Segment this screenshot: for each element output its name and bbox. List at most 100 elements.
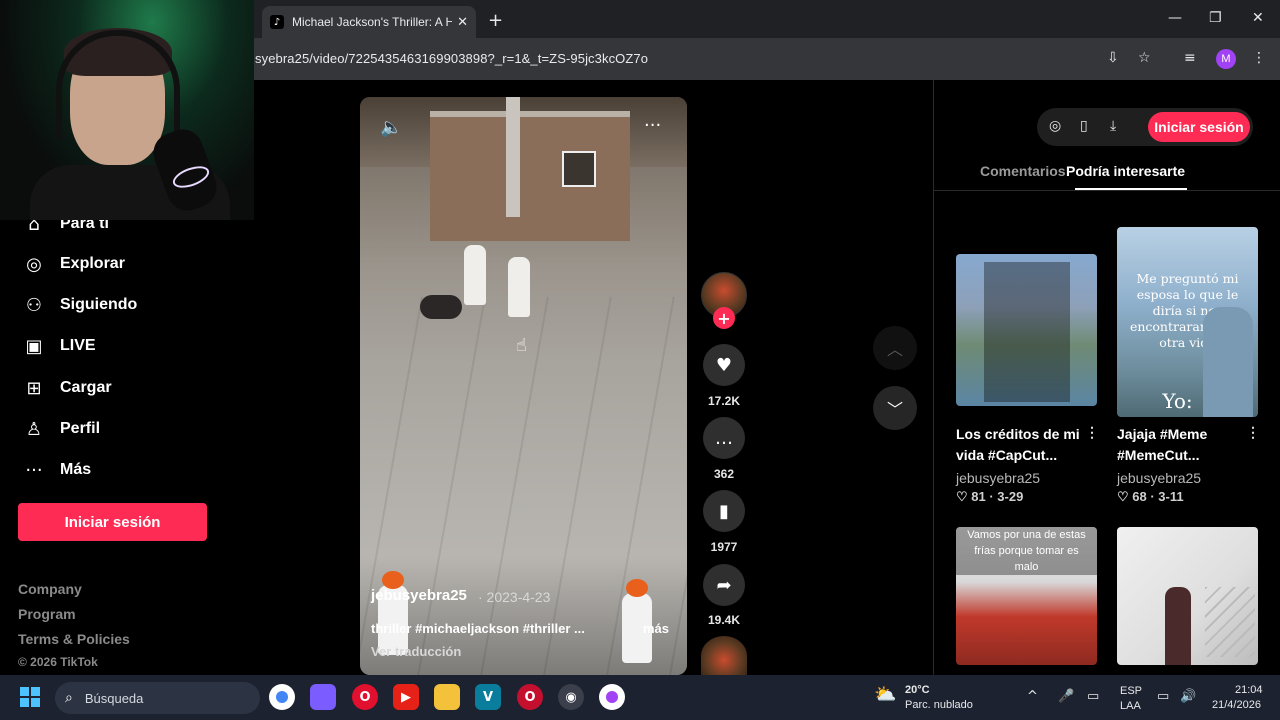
footer-link-terms[interactable]: Terms & Policies <box>18 631 130 647</box>
clock-date[interactable]: 21/4/2026 <box>1212 699 1261 711</box>
previous-video-button[interactable]: ︿ <box>873 326 917 370</box>
card-title[interactable]: Los créditos de mi vida #CapCut... <box>956 424 1086 466</box>
language-layout[interactable]: LAA <box>1120 700 1141 712</box>
footer-link-company[interactable]: Company <box>18 581 82 597</box>
comment-button[interactable]: … <box>703 417 745 459</box>
volume-icon[interactable]: 🔈 <box>380 117 402 138</box>
youtube-icon[interactable]: ▶ <box>393 684 419 710</box>
video-author[interactable]: jebusyebra25 <box>371 587 467 604</box>
weather-temp[interactable]: 20°C <box>905 684 930 696</box>
like-button[interactable]: ♥ <box>703 344 745 386</box>
tab-comentarios[interactable]: Comentarios <box>980 163 1066 179</box>
thumbnail-text: Vamos por una de estas frías porque toma… <box>956 527 1097 575</box>
new-tab-icon[interactable]: + <box>488 10 503 31</box>
minimize-icon[interactable]: — <box>1168 10 1182 26</box>
card-title[interactable]: Jajaja #Meme #MemeCut... <box>1117 424 1247 466</box>
video-person <box>508 257 530 317</box>
weather-desc[interactable]: Parc. nublado <box>905 699 973 711</box>
sidebar-item-siguiendo[interactable]: ⚇ Siguiendo <box>22 293 137 317</box>
tiktok-icon: ♪ <box>270 15 284 29</box>
taskbar-search[interactable]: ⌕ Búsqueda <box>55 682 260 714</box>
video-thumbnail[interactable]: Vamos por una de estas frías porque toma… <box>956 527 1097 665</box>
windows-start-icon[interactable] <box>20 687 40 707</box>
headset-icon <box>56 30 180 140</box>
media-queue-icon[interactable]: ≡ <box>1184 50 1196 66</box>
card-stats: ♡ 68 · 3-11 <box>1117 489 1184 504</box>
file-explorer-icon[interactable] <box>434 684 460 710</box>
chrome-profile-icon[interactable] <box>599 684 625 710</box>
login-button-top[interactable]: Iniciar sesión <box>1148 112 1250 142</box>
footer-link-program[interactable]: Program <box>18 606 76 622</box>
close-tab-icon[interactable]: ✕ <box>457 15 468 30</box>
video-editor-icon[interactable]: V <box>475 684 501 710</box>
sidebar-item-label: Más <box>60 461 92 478</box>
card-more-icon[interactable]: ⋮ <box>1085 424 1099 441</box>
music-disc-avatar[interactable] <box>701 636 747 676</box>
profile-avatar[interactable]: M <box>1216 49 1236 69</box>
sidebar-item-cargar[interactable]: ⊞ Cargar <box>22 376 111 400</box>
share-button[interactable]: ➦ <box>703 564 745 606</box>
video-player[interactable]: 🔈 ··· ☝ jebusyebra25 · 2023-4-23 thrille… <box>360 97 687 675</box>
next-video-button[interactable]: ﹀ <box>873 386 917 430</box>
explore-icon[interactable]: ◎ <box>1049 118 1061 134</box>
sidebar-item-perfil[interactable]: ♙ Perfil <box>22 417 100 441</box>
bookmark-star-icon[interactable]: ☆ <box>1138 50 1151 66</box>
network-icon[interactable]: ▭ <box>1157 689 1169 704</box>
video-thumbnail[interactable] <box>956 254 1097 406</box>
thumbnail-credits-overlay <box>984 262 1070 402</box>
language-code[interactable]: ESP <box>1120 685 1142 697</box>
screen: ♪ Michael Jackson's Thriller: A Hu ✕ + —… <box>0 0 1280 720</box>
caption-more-link[interactable]: más <box>643 621 669 636</box>
card-stats: ♡ 81 · 3-29 <box>956 489 1024 504</box>
follow-plus-icon[interactable]: + <box>713 307 735 329</box>
chrome-icon[interactable] <box>269 684 295 710</box>
upload-icon: ⊞ <box>26 377 42 399</box>
profile-icon: ♙ <box>25 418 43 440</box>
following-icon: ⚇ <box>25 294 43 316</box>
card-more-icon[interactable]: ⋮ <box>1246 424 1260 441</box>
cursor-icon: ☝ <box>516 335 527 356</box>
obs-icon[interactable]: ◉ <box>558 684 584 710</box>
video-date: · 2023-4-23 <box>478 589 551 605</box>
sidebar-item-mas[interactable]: ··· Más <box>22 458 91 482</box>
more-options-icon[interactable]: ··· <box>644 115 661 136</box>
opera-gx-icon[interactable]: O <box>517 684 543 710</box>
save-button[interactable]: ▮ <box>703 490 745 532</box>
webcam-overlay <box>0 0 254 220</box>
card-author[interactable]: jebusyebra25 <box>1117 470 1201 486</box>
device-icon[interactable]: ▯ <box>1080 118 1088 134</box>
browser-tab[interactable]: ♪ Michael Jackson's Thriller: A Hu ✕ <box>262 6 476 38</box>
sidebar-item-label: LIVE <box>60 337 96 354</box>
thumbnail-person <box>1165 587 1191 665</box>
more-icon: ··· <box>25 459 43 481</box>
video-caption: thriller #michaeljackson #thriller ... <box>371 621 585 636</box>
save-count: 1977 <box>710 540 738 554</box>
video-thumbnail[interactable]: Me preguntó mi esposa lo que le diría si… <box>1117 227 1258 417</box>
download-icon[interactable]: ⤓ <box>1110 118 1116 134</box>
card-author[interactable]: jebusyebra25 <box>956 470 1040 486</box>
microphone-icon[interactable]: 🎤 <box>1058 689 1074 704</box>
chevron-up-icon[interactable]: ^ <box>1027 689 1038 704</box>
tab-title: Michael Jackson's Thriller: A Hu <box>292 15 452 29</box>
video-thumbnail[interactable] <box>1117 527 1258 665</box>
restore-icon[interactable]: ❐ <box>1209 10 1222 26</box>
volume-icon[interactable]: 🔊 <box>1180 689 1196 704</box>
login-button[interactable]: Iniciar sesión <box>18 503 207 541</box>
video-person <box>464 245 486 305</box>
url-text[interactable]: syebra25/video/7225435463169903898?_r=1&… <box>255 51 648 66</box>
tabs-divider <box>933 190 1280 191</box>
install-app-icon[interactable]: ⇩ <box>1107 50 1119 66</box>
sidebar-item-explorar[interactable]: ◎ Explorar <box>22 252 125 276</box>
thumbnail-text: Yo: <box>1162 389 1193 413</box>
live-icon: ▣ <box>25 335 43 357</box>
translate-link[interactable]: Ver traducción <box>371 644 461 659</box>
window-close-icon[interactable]: ✕ <box>1252 10 1264 26</box>
clock-time[interactable]: 21:04 <box>1235 684 1263 696</box>
sidebar-item-live[interactable]: ▣ LIVE <box>22 334 96 358</box>
opera-icon[interactable]: O <box>352 684 378 710</box>
chevron-up-icon: ︿ <box>886 340 903 359</box>
tab-podria-interesarte[interactable]: Podría interesarte <box>1066 163 1185 179</box>
copilot-icon[interactable] <box>310 684 336 710</box>
browser-menu-icon[interactable]: ⋮ <box>1252 50 1266 66</box>
battery-icon[interactable]: ▭ <box>1087 689 1099 704</box>
